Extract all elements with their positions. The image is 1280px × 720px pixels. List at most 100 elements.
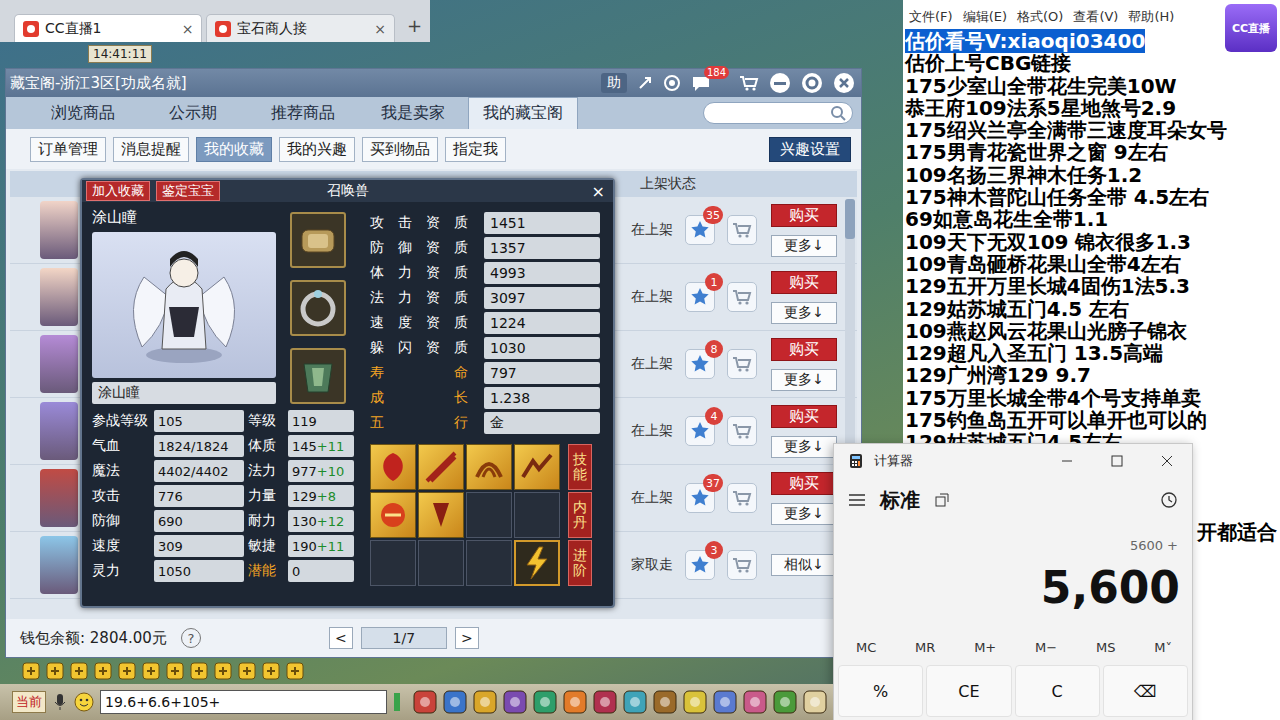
prev-page-button[interactable]: < <box>329 627 353 649</box>
close-icon[interactable] <box>1142 444 1192 478</box>
pet-name-field[interactable]: 涂山瞳 <box>92 382 276 404</box>
toolbar-icon[interactable] <box>190 662 208 680</box>
minimize-icon[interactable] <box>769 72 791 94</box>
menu-icon[interactable] <box>848 493 866 507</box>
toolbar-icon[interactable] <box>22 662 40 680</box>
calculator-key[interactable]: % <box>838 665 923 717</box>
calculator-key[interactable]: ⌫ <box>1103 665 1188 717</box>
side-tab[interactable]: 技能 <box>568 444 592 490</box>
game-menu-icon[interactable] <box>623 690 647 714</box>
more-button[interactable]: 更多↓ <box>771 235 837 257</box>
game-menu-icon[interactable] <box>473 690 497 714</box>
gear-icon[interactable] <box>801 72 823 94</box>
nav-tab[interactable]: 浏览商品 <box>28 97 138 129</box>
toolbar-icon[interactable] <box>46 662 64 680</box>
nav-tab[interactable]: 我的藏宝阁 <box>468 97 578 129</box>
next-page-button[interactable]: > <box>455 627 479 649</box>
nav-tab[interactable]: 推荐商品 <box>248 97 358 129</box>
memory-button[interactable]: MR <box>915 640 935 655</box>
help-button[interactable]: 助 <box>601 73 627 93</box>
buy-button[interactable]: 购买 <box>771 472 837 495</box>
buy-button[interactable]: 购买 <box>771 338 837 361</box>
microphone-icon[interactable] <box>52 693 68 711</box>
page-indicator[interactable]: 1/7 <box>361 627 447 649</box>
toolbar-icon[interactable] <box>70 662 88 680</box>
notepad-text[interactable]: 估价看号V:xiaoqi03400估价上号CBG链接175少室山全带花生完美10… <box>903 30 1280 454</box>
cart-button[interactable] <box>727 215 757 245</box>
add-favorite-button[interactable]: 加入收藏 <box>86 181 150 201</box>
appraise-button[interactable]: 鉴定宝宝 <box>156 181 220 201</box>
memory-button[interactable]: M˅ <box>1154 640 1172 655</box>
cart-button[interactable] <box>727 282 757 312</box>
game-menu-icon[interactable] <box>563 690 587 714</box>
cart-button[interactable] <box>727 483 757 513</box>
history-icon[interactable] <box>1160 491 1178 509</box>
side-tab[interactable]: 内丹 <box>568 492 592 538</box>
nav-tab[interactable]: 公示期 <box>138 97 248 129</box>
subnav-button[interactable]: 我的兴趣 <box>279 137 355 162</box>
favorite-button[interactable]: 3 <box>685 550 715 580</box>
toolbar-icon[interactable] <box>142 662 160 680</box>
cart-button[interactable] <box>727 416 757 446</box>
game-menu-icon[interactable] <box>653 690 677 714</box>
game-menu-icon[interactable] <box>533 690 557 714</box>
favorite-button[interactable]: 35 <box>685 215 715 245</box>
more-button[interactable]: 更多↓ <box>771 302 837 324</box>
message-button[interactable]: 184 <box>691 74 711 92</box>
equipment-slot[interactable] <box>290 212 346 268</box>
game-menu-icon[interactable] <box>743 690 767 714</box>
calculator-key[interactable]: C <box>1015 665 1100 717</box>
toolbar-icon[interactable] <box>238 662 256 680</box>
maximize-icon[interactable] <box>1092 444 1142 478</box>
favorite-button[interactable]: 8 <box>685 349 715 379</box>
favorite-button[interactable]: 37 <box>685 483 715 513</box>
more-button[interactable]: 更多↓ <box>771 369 837 391</box>
menu-item[interactable]: 文件(F) <box>909 8 953 30</box>
help-mark[interactable]: ? <box>181 628 201 648</box>
browser-tab[interactable]: 宝石商人接× <box>206 14 394 42</box>
toolbar-icon[interactable] <box>214 662 232 680</box>
equipment-slot[interactable] <box>290 348 346 404</box>
toolbar-icon[interactable] <box>118 662 136 680</box>
buy-button[interactable]: 购买 <box>771 271 837 294</box>
browser-tab[interactable]: CC直播1× <box>14 14 202 42</box>
record-icon[interactable] <box>663 74 681 92</box>
more-button[interactable]: 更多↓ <box>771 503 837 525</box>
memory-button[interactable]: MC <box>856 640 876 655</box>
toolbar-icon[interactable] <box>94 662 112 680</box>
favorite-button[interactable]: 1 <box>685 282 715 312</box>
calculator-key[interactable]: CE <box>926 665 1011 717</box>
game-menu-icon[interactable] <box>443 690 467 714</box>
nav-tab[interactable]: 我是卖家 <box>358 97 468 129</box>
equipment-slot[interactable] <box>290 280 346 336</box>
subnav-button[interactable]: 订单管理 <box>30 137 106 162</box>
emoji-icon[interactable] <box>74 692 94 712</box>
skill-slot[interactable] <box>514 444 560 490</box>
memory-button[interactable]: MS <box>1096 640 1115 655</box>
share-icon[interactable] <box>637 75 653 91</box>
game-menu-icon[interactable] <box>803 690 827 714</box>
cart-icon[interactable] <box>739 74 759 92</box>
menu-item[interactable]: 格式(O) <box>1017 8 1063 30</box>
minimize-icon[interactable] <box>1042 444 1092 478</box>
memory-button[interactable]: M+ <box>974 640 996 655</box>
game-menu-icon[interactable] <box>503 690 527 714</box>
game-menu-icon[interactable] <box>413 690 437 714</box>
buy-button[interactable]: 购买 <box>771 204 837 227</box>
subnav-button[interactable]: 买到物品 <box>362 137 438 162</box>
new-tab-button[interactable]: + <box>399 15 430 36</box>
memory-button[interactable]: M− <box>1035 640 1057 655</box>
buy-button[interactable]: 购买 <box>771 405 837 428</box>
tab-close[interactable]: × <box>182 21 194 37</box>
menu-item[interactable]: 查看(V) <box>1073 8 1118 30</box>
subnav-button[interactable]: 我的收藏 <box>196 137 272 162</box>
scroll-thumb[interactable] <box>845 199 855 239</box>
skill-slot[interactable] <box>418 444 464 490</box>
toolbar-icon[interactable] <box>286 662 304 680</box>
game-menu-icon[interactable] <box>773 690 797 714</box>
similar-button[interactable]: 相似↓ <box>771 554 837 576</box>
game-menu-icon[interactable] <box>713 690 737 714</box>
toolbar-icon[interactable] <box>262 662 280 680</box>
cart-button[interactable] <box>727 550 757 580</box>
skill-slot[interactable] <box>418 492 464 538</box>
